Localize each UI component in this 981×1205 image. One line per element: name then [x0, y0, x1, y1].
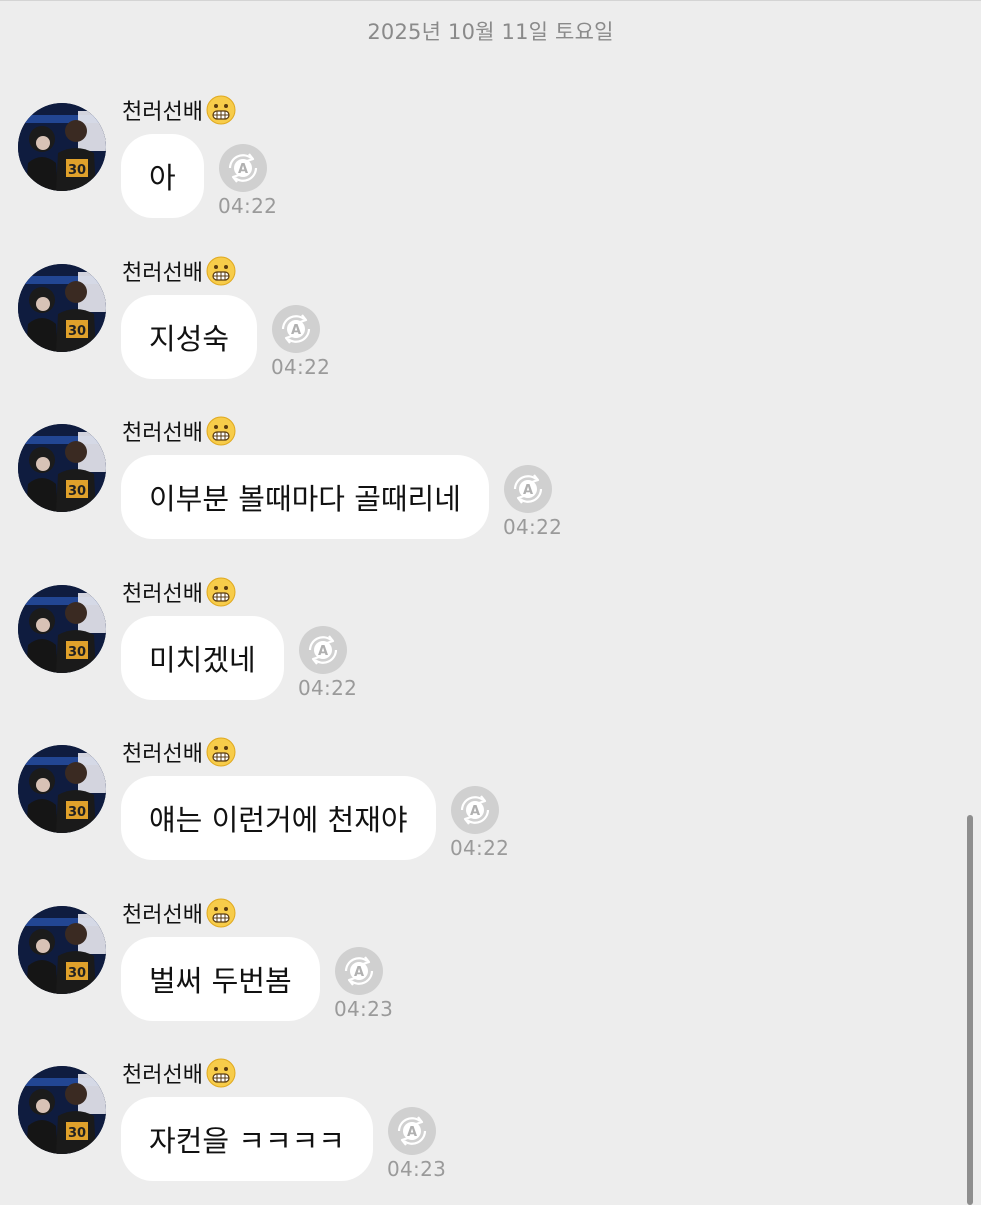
sender-name[interactable]: 천러선배: [122, 576, 203, 608]
date-separator: 2025년 10월 11일 토요일: [367, 20, 614, 44]
message-meta: A 04:22: [503, 464, 567, 539]
sender-name[interactable]: 천러선배: [122, 897, 203, 929]
message-row: 30 천러선배 아 A 04:22: [0, 93, 960, 233]
avatar[interactable]: 30: [18, 906, 106, 994]
auto-translate-icon[interactable]: A: [298, 625, 348, 675]
avatar[interactable]: 30: [18, 264, 106, 352]
svg-text:30: 30: [68, 484, 86, 499]
message-meta: A 04:22: [450, 785, 514, 860]
message-meta: A 04:22: [271, 304, 335, 379]
message-text: 이부분 볼때마다 골때리네: [149, 482, 461, 516]
grimacing-face-icon: [206, 416, 236, 446]
svg-text:30: 30: [68, 966, 86, 981]
auto-translate-icon[interactable]: A: [387, 1106, 437, 1156]
svg-text:A: A: [291, 323, 301, 338]
message-bubble[interactable]: 자컨을 ㅋㅋㅋㅋ: [121, 1097, 373, 1181]
svg-text:30: 30: [68, 163, 86, 178]
message-time: 04:22: [298, 676, 358, 700]
message-bubble[interactable]: 지성숙: [121, 295, 258, 379]
message-time: 04:22: [503, 515, 563, 539]
sender: 천러선배: [122, 577, 236, 607]
message-bubble[interactable]: 아: [121, 134, 204, 218]
message-row: 30 천러선배 자컨을 ㅋㅋㅋㅋ A 04:23: [0, 1056, 960, 1196]
auto-translate-icon[interactable]: A: [450, 785, 500, 835]
message-bubble[interactable]: 벌써 두번봄: [121, 937, 320, 1021]
message-time: 04:22: [450, 836, 510, 860]
message-text: 아: [149, 161, 176, 195]
grimacing-face-icon: [206, 1058, 236, 1088]
grimacing-face-icon: [206, 737, 236, 767]
message-time: 04:23: [387, 1157, 447, 1181]
message-time: 04:23: [334, 997, 394, 1021]
svg-text:30: 30: [68, 805, 86, 820]
avatar[interactable]: 30: [18, 424, 106, 512]
message-row: 30 천러선배 미치겠네 A 04:22: [0, 575, 960, 715]
sender-name[interactable]: 천러선배: [122, 415, 203, 447]
sender-name[interactable]: 천러선배: [122, 1057, 203, 1089]
message-bubble[interactable]: 얘는 이런거에 천재야: [121, 776, 436, 860]
sender-name[interactable]: 천러선배: [122, 94, 203, 126]
auto-translate-icon[interactable]: A: [503, 464, 553, 514]
message-text: 얘는 이런거에 천재야: [149, 803, 408, 837]
avatar[interactable]: 30: [18, 585, 106, 673]
sender-name[interactable]: 천러선배: [122, 736, 203, 768]
auto-translate-icon[interactable]: A: [271, 304, 321, 354]
message-row: 30 천러선배 얘는 이런거에 천재야 A 04:22: [0, 735, 960, 875]
message-text: 지성숙: [149, 322, 230, 356]
svg-text:30: 30: [68, 324, 86, 339]
sender: 천러선배: [122, 95, 236, 125]
message-meta: A 04:22: [298, 625, 362, 700]
message-time: 04:22: [218, 194, 278, 218]
message-meta: A 04:22: [218, 143, 282, 218]
sender: 천러선배: [122, 898, 236, 928]
grimacing-face-icon: [206, 898, 236, 928]
svg-text:A: A: [354, 965, 364, 980]
avatar[interactable]: 30: [18, 1066, 106, 1154]
message-row: 30 천러선배 벌써 두번봄 A 04:23: [0, 896, 960, 1036]
grimacing-face-icon: [206, 95, 236, 125]
svg-text:A: A: [470, 804, 480, 819]
message-text: 벌써 두번봄: [149, 964, 292, 998]
svg-text:A: A: [318, 644, 328, 659]
svg-text:A: A: [238, 162, 248, 177]
top-divider: [0, 0, 981, 1]
message-time: 04:22: [271, 355, 331, 379]
svg-text:A: A: [407, 1125, 417, 1140]
sender: 천러선배: [122, 1058, 236, 1088]
avatar[interactable]: 30: [18, 745, 106, 833]
message-meta: A 04:23: [334, 946, 398, 1021]
sender: 천러선배: [122, 737, 236, 767]
grimacing-face-icon: [206, 256, 236, 286]
message-text: 자컨을 ㅋㅋㅋㅋ: [149, 1124, 345, 1158]
message-bubble[interactable]: 미치겠네: [121, 616, 284, 700]
message-bubble[interactable]: 이부분 볼때마다 골때리네: [121, 455, 489, 539]
auto-translate-icon[interactable]: A: [218, 143, 268, 193]
grimacing-face-icon: [206, 577, 236, 607]
avatar[interactable]: 30: [18, 103, 106, 191]
sender-name[interactable]: 천러선배: [122, 255, 203, 287]
scrollbar[interactable]: [967, 815, 973, 1205]
message-text: 미치겠네: [149, 643, 256, 677]
svg-text:A: A: [523, 483, 533, 498]
svg-text:30: 30: [68, 645, 86, 660]
message-row: 30 천러선배 이부분 볼때마다 골때리네 A 04:22: [0, 414, 960, 554]
sender: 천러선배: [122, 416, 236, 446]
sender: 천러선배: [122, 256, 236, 286]
message-meta: A 04:23: [387, 1106, 451, 1181]
svg-text:30: 30: [68, 1126, 86, 1141]
auto-translate-icon[interactable]: A: [334, 946, 384, 996]
message-row: 30 천러선배 지성숙 A 04:22: [0, 254, 960, 394]
